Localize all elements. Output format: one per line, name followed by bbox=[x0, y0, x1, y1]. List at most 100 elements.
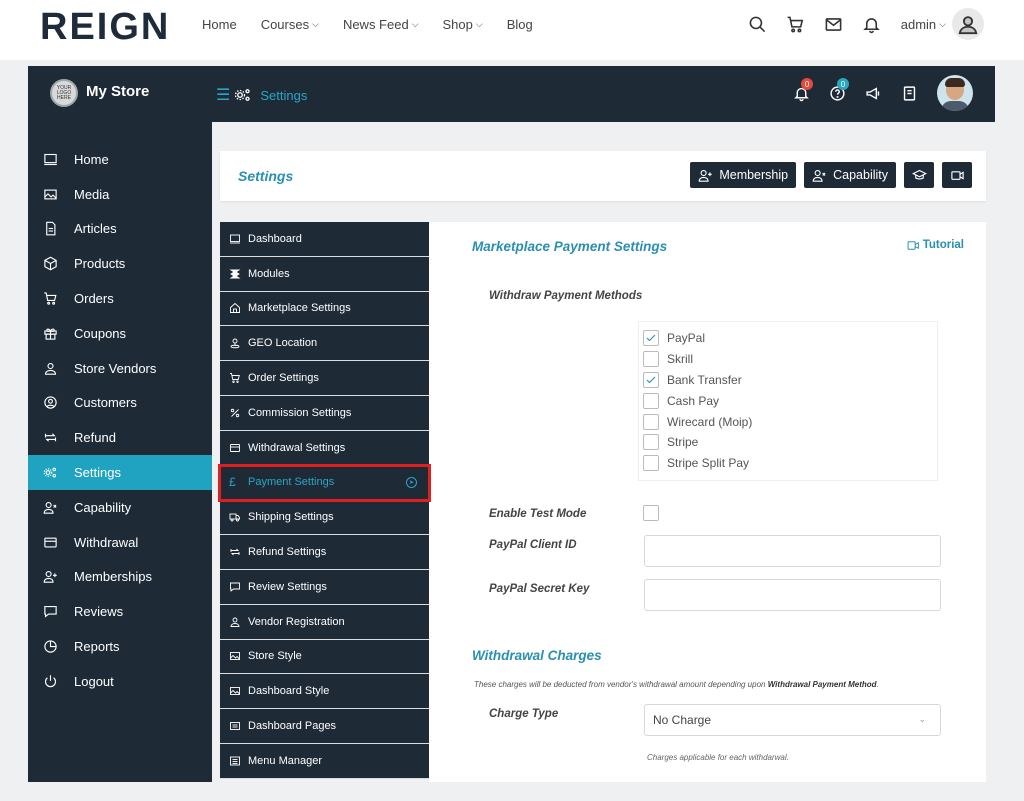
tab-dashboard-pages[interactable]: Dashboard Pages bbox=[220, 709, 429, 744]
bell-icon[interactable] bbox=[853, 8, 891, 40]
tab-menu-manager[interactable]: Menu Manager bbox=[220, 744, 429, 779]
tab-withdrawal-settings[interactable]: Withdrawal Settings bbox=[220, 431, 429, 466]
store-logo[interactable]: YOUR LOGO HERE bbox=[50, 79, 78, 107]
tab-vendor-registration[interactable]: Vendor Registration bbox=[220, 605, 429, 640]
knowledgebase-icon[interactable] bbox=[891, 75, 927, 111]
method-wirecard[interactable]: Wirecard (Moip) bbox=[643, 411, 937, 432]
notification-bell-icon[interactable]: 0 bbox=[783, 75, 819, 111]
sidebar-item-label: Settings bbox=[74, 465, 121, 480]
megaphone-icon[interactable] bbox=[855, 75, 891, 111]
tab-geo-location[interactable]: GEO Location bbox=[220, 326, 429, 361]
breadcrumb-label[interactable]: Settings bbox=[260, 88, 307, 103]
cart-icon bbox=[229, 372, 241, 384]
site-header: REIGN Home Courses⌵ News Feed⌵ Shop⌵ Blo… bbox=[0, 0, 1024, 60]
method-stripe-split-pay[interactable]: Stripe Split Pay bbox=[643, 453, 937, 474]
note-emphasis: Withdrawal Payment Method bbox=[768, 680, 877, 689]
cart-icon bbox=[43, 291, 58, 306]
tab-payment-settings[interactable]: £Payment Settings➤ bbox=[220, 466, 429, 501]
sidebar-item-products[interactable]: Products bbox=[28, 246, 212, 281]
nav-item-news-feed[interactable]: News Feed⌵ bbox=[343, 17, 419, 32]
nav-label: Shop bbox=[443, 17, 473, 32]
tab-modules[interactable]: Modules bbox=[220, 257, 429, 292]
menu-list-icon bbox=[229, 755, 241, 767]
tab-label: Dashboard bbox=[248, 233, 302, 245]
sidebar-item-label: Media bbox=[74, 187, 109, 202]
video-button[interactable] bbox=[942, 162, 972, 188]
sidebar-item-refund[interactable]: Refund bbox=[28, 420, 212, 455]
method-label: Stripe bbox=[667, 435, 698, 449]
sidebar-item-reports[interactable]: Reports bbox=[28, 629, 212, 664]
checkbox[interactable] bbox=[643, 505, 659, 521]
checkbox[interactable] bbox=[643, 434, 659, 450]
sidebar-item-media[interactable]: Media bbox=[28, 177, 212, 212]
search-icon[interactable] bbox=[739, 8, 777, 40]
nav-item-shop[interactable]: Shop⌵ bbox=[443, 17, 483, 32]
sidebar-item-label: Withdrawal bbox=[74, 535, 138, 550]
sidebar-item-store-vendors[interactable]: Store Vendors bbox=[28, 351, 212, 386]
menu-icon[interactable]: ☰ bbox=[216, 85, 230, 105]
sidebar-item-customers[interactable]: Customers bbox=[28, 386, 212, 421]
sidebar-item-home[interactable]: Home bbox=[28, 142, 212, 177]
test-mode-checkbox[interactable] bbox=[643, 505, 667, 521]
percent-icon bbox=[229, 407, 241, 419]
capability-button[interactable]: Capability bbox=[804, 162, 896, 188]
sidebar-item-capability[interactable]: Capability bbox=[28, 490, 212, 525]
user-avatar[interactable] bbox=[937, 75, 973, 111]
tab-review-settings[interactable]: Review Settings bbox=[220, 570, 429, 605]
sidebar-item-reviews[interactable]: Reviews bbox=[28, 594, 212, 629]
charge-type-select[interactable]: No Charge⌄ bbox=[644, 704, 941, 736]
sidebar-item-label: Logout bbox=[74, 674, 114, 689]
tab-label: Commission Settings bbox=[248, 407, 351, 419]
pound-icon: £ bbox=[229, 475, 241, 489]
membership-button[interactable]: Membership bbox=[690, 162, 796, 188]
site-logo[interactable]: REIGN bbox=[40, 6, 170, 49]
method-stripe[interactable]: Stripe bbox=[643, 432, 937, 453]
tutorial-link[interactable]: Tutorial bbox=[907, 239, 964, 251]
sidebar-item-logout[interactable]: Logout bbox=[28, 664, 212, 699]
store-name[interactable]: My Store bbox=[86, 83, 149, 100]
tab-dashboard[interactable]: Dashboard bbox=[220, 222, 429, 257]
sidebar-item-withdrawal[interactable]: Withdrawal bbox=[28, 525, 212, 560]
checkbox[interactable] bbox=[643, 455, 659, 471]
sidebar-item-coupons[interactable]: Coupons bbox=[28, 316, 212, 351]
tab-label: Withdrawal Settings bbox=[248, 442, 345, 454]
method-bank-transfer[interactable]: Bank Transfer bbox=[643, 370, 937, 391]
sidebar-item-settings[interactable]: Settings bbox=[28, 455, 212, 490]
nav-item-home[interactable]: Home bbox=[202, 17, 237, 32]
method-paypal[interactable]: PayPal bbox=[643, 328, 937, 349]
tab-shipping-settings[interactable]: Shipping Settings bbox=[220, 500, 429, 535]
sidebar-item-orders[interactable]: Orders bbox=[28, 281, 212, 316]
checkbox[interactable] bbox=[643, 351, 659, 367]
cart-icon[interactable] bbox=[777, 8, 815, 40]
image-icon bbox=[43, 187, 58, 202]
sidebar-item-label: Products bbox=[74, 256, 125, 271]
sidebar-item-articles[interactable]: Articles bbox=[28, 212, 212, 247]
card-icon bbox=[229, 442, 241, 454]
tab-commission-settings[interactable]: Commission Settings bbox=[220, 396, 429, 431]
tab-label: Refund Settings bbox=[248, 546, 326, 558]
method-skrill[interactable]: Skrill bbox=[643, 349, 937, 370]
sidebar-item-label: Reports bbox=[74, 639, 120, 654]
sidebar-item-memberships[interactable]: Memberships bbox=[28, 560, 212, 595]
nav-item-blog[interactable]: Blog bbox=[507, 17, 533, 32]
paypal-client-id-input[interactable] bbox=[644, 535, 941, 567]
checkbox[interactable] bbox=[643, 414, 659, 430]
home-icon bbox=[43, 152, 58, 167]
nav-item-courses[interactable]: Courses⌵ bbox=[261, 17, 319, 32]
paypal-secret-key-input[interactable] bbox=[644, 579, 941, 611]
tab-dashboard-style[interactable]: Dashboard Style bbox=[220, 674, 429, 709]
tab-refund-settings[interactable]: Refund Settings bbox=[220, 535, 429, 570]
method-cash-pay[interactable]: Cash Pay bbox=[643, 390, 937, 411]
method-label: Stripe Split Pay bbox=[667, 456, 749, 470]
checkbox[interactable] bbox=[643, 372, 659, 388]
user-menu[interactable]: admin⌵ bbox=[901, 17, 946, 32]
help-icon[interactable]: 0 bbox=[819, 75, 855, 111]
graduation-cap-button[interactable] bbox=[904, 162, 934, 188]
checkbox[interactable] bbox=[643, 330, 659, 346]
mail-icon[interactable] bbox=[815, 8, 853, 40]
avatar[interactable] bbox=[952, 8, 984, 40]
tab-order-settings[interactable]: Order Settings bbox=[220, 361, 429, 396]
tab-marketplace-settings[interactable]: Marketplace Settings bbox=[220, 292, 429, 327]
tab-store-style[interactable]: Store Style bbox=[220, 640, 429, 675]
checkbox[interactable] bbox=[643, 393, 659, 409]
